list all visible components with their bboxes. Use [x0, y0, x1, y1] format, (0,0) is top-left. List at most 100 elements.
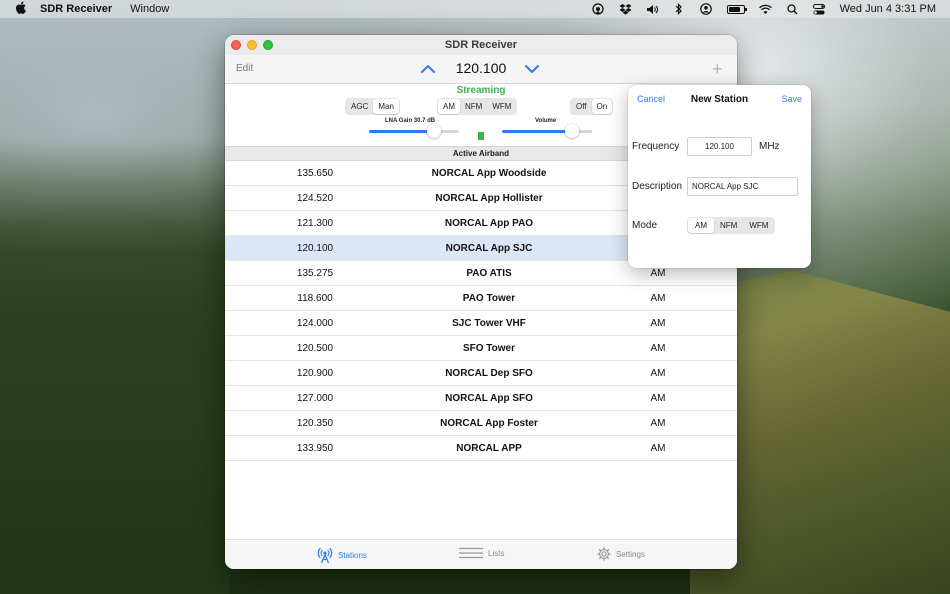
station-frequency: 118.600 [297, 293, 333, 304]
menu-extras: Wed Jun 4 3:31 PM [592, 3, 936, 15]
station-name: SJC Tower VHF [452, 318, 526, 329]
station-mode: AM [650, 268, 666, 279]
station-frequency: 124.520 [296, 193, 334, 204]
lna-gain-fill [369, 130, 434, 133]
description-field[interactable]: NORCAL App SJC [687, 177, 798, 196]
table-row[interactable]: 124.000 SJC Tower VHF AM [225, 311, 737, 336]
mode-wfm[interactable]: WFM [743, 218, 774, 233]
tab-bar: Stations Lists Settings [225, 539, 737, 569]
station-mode: AM [650, 368, 666, 379]
airplay-icon[interactable] [592, 3, 605, 15]
table-row[interactable]: 118.600 PAO Tower AM [225, 286, 737, 311]
toolbar: Edit 120.100 + [225, 55, 737, 84]
signal-level-indicator [478, 132, 484, 140]
tab-stations[interactable]: Stations [317, 547, 367, 564]
station-mode: AM [650, 418, 666, 429]
tab-settings[interactable]: Settings [597, 547, 645, 561]
station-name: NORCAL App Foster [440, 418, 538, 429]
new-station-popover: Cancel New Station Save Frequency 120.10… [628, 85, 811, 268]
chevron-up-icon [421, 65, 435, 73]
table-row[interactable]: 127.000 NORCAL App SFO AM [225, 386, 737, 411]
table-row[interactable]: 120.500 SFO Tower AM [225, 336, 737, 361]
frequency-display: 120.100 [455, 60, 507, 76]
tab-settings-label: Settings [616, 549, 645, 559]
frequency-unit: MHz [759, 141, 780, 152]
gain-mode-agc[interactable]: AGC [346, 99, 373, 114]
control-center-icon[interactable] [813, 3, 826, 15]
table-row[interactable]: 120.350 NORCAL App Foster AM [225, 411, 737, 436]
menu-bar: SDR Receiver Window Wed Jun 4 3:31 PM [0, 0, 950, 18]
list-icon [459, 547, 483, 559]
station-mode: AM [650, 318, 666, 329]
table-row[interactable]: 133.950 NORCAL APP AM [225, 436, 737, 461]
menu-window[interactable]: Window [130, 3, 169, 15]
gear-icon [597, 547, 611, 561]
station-name: NORCAL App SJC [445, 243, 533, 254]
add-station-button[interactable]: + [712, 59, 723, 80]
title-bar[interactable]: SDR Receiver [225, 35, 737, 55]
volume-label: Volume [535, 118, 557, 124]
traffic-lights [231, 40, 273, 50]
search-icon[interactable] [786, 3, 799, 15]
volume-icon[interactable] [646, 3, 659, 15]
volume-fill [502, 130, 573, 133]
station-frequency: 133.950 [296, 443, 334, 454]
menu-app-name[interactable]: SDR Receiver [40, 3, 112, 15]
station-mode: AM [650, 393, 666, 404]
battery-icon[interactable] [726, 4, 747, 14]
station-frequency: 120.350 [296, 418, 334, 429]
station-frequency: 135.275 [296, 268, 334, 279]
modulation-am[interactable]: AM [438, 99, 460, 114]
lna-gain-label: LNA Gain 30.7 dB [385, 118, 436, 124]
bluetooth-icon[interactable] [673, 3, 686, 15]
station-name: NORCAL App Hollister [435, 193, 543, 204]
modulation-wfm[interactable]: WFM [487, 99, 516, 114]
volume-slider[interactable] [502, 124, 592, 138]
dropbox-icon[interactable] [619, 3, 632, 15]
gain-mode-manual[interactable]: Man [373, 99, 399, 114]
volume-knob[interactable] [565, 124, 580, 138]
station-frequency: 121.300 [296, 218, 334, 229]
modulation-nfm[interactable]: NFM [460, 99, 487, 114]
window-title: SDR Receiver [444, 39, 518, 51]
mode-nfm[interactable]: NFM [714, 218, 743, 233]
frequency-up-button[interactable] [420, 62, 436, 74]
station-name: NORCAL APP [456, 443, 522, 454]
minimize-window-button[interactable] [247, 40, 257, 50]
station-name: NORCAL App SFO [445, 393, 533, 404]
station-name: PAO ATIS [466, 268, 512, 279]
power-on[interactable]: On [591, 99, 613, 114]
user-icon[interactable] [700, 3, 713, 15]
wifi-icon[interactable] [758, 3, 772, 15]
power-off[interactable]: Off [571, 99, 592, 114]
apple-icon[interactable] [14, 1, 28, 17]
station-name: NORCAL Dep SFO [445, 368, 533, 379]
table-row[interactable]: 120.900 NORCAL Dep SFO AM [225, 361, 737, 386]
modulation-segmented: AM NFM WFM [437, 98, 518, 115]
station-frequency: 120.500 [296, 343, 334, 354]
menubar-clock[interactable]: Wed Jun 4 3:31 PM [840, 3, 936, 15]
mode-am[interactable]: AM [688, 218, 714, 233]
frequency-field[interactable]: 120.100 [687, 137, 752, 156]
edit-button[interactable]: Edit [236, 63, 253, 74]
lna-gain-knob[interactable] [426, 124, 441, 138]
station-frequency: 124.000 [296, 318, 334, 329]
station-name: NORCAL App PAO [444, 218, 534, 229]
chevron-down-icon [525, 65, 539, 73]
wallpaper-forest [0, 140, 230, 594]
mode-label: Mode [632, 220, 658, 231]
lna-gain-slider[interactable] [369, 124, 459, 138]
gain-mode-segmented: AGC Man [345, 98, 400, 115]
antenna-icon [317, 547, 333, 564]
station-name: PAO Tower [462, 293, 516, 304]
station-frequency: 127.000 [296, 393, 334, 404]
frequency-down-button[interactable] [524, 62, 540, 74]
tab-lists[interactable]: Lists [459, 547, 504, 559]
save-button[interactable]: Save [781, 94, 802, 104]
tab-lists-label: Lists [488, 548, 505, 558]
station-frequency: 120.900 [296, 368, 334, 379]
station-mode: AM [650, 343, 666, 354]
zoom-window-button[interactable] [263, 40, 273, 50]
station-frequency: 135.650 [296, 168, 334, 179]
close-window-button[interactable] [231, 40, 241, 50]
